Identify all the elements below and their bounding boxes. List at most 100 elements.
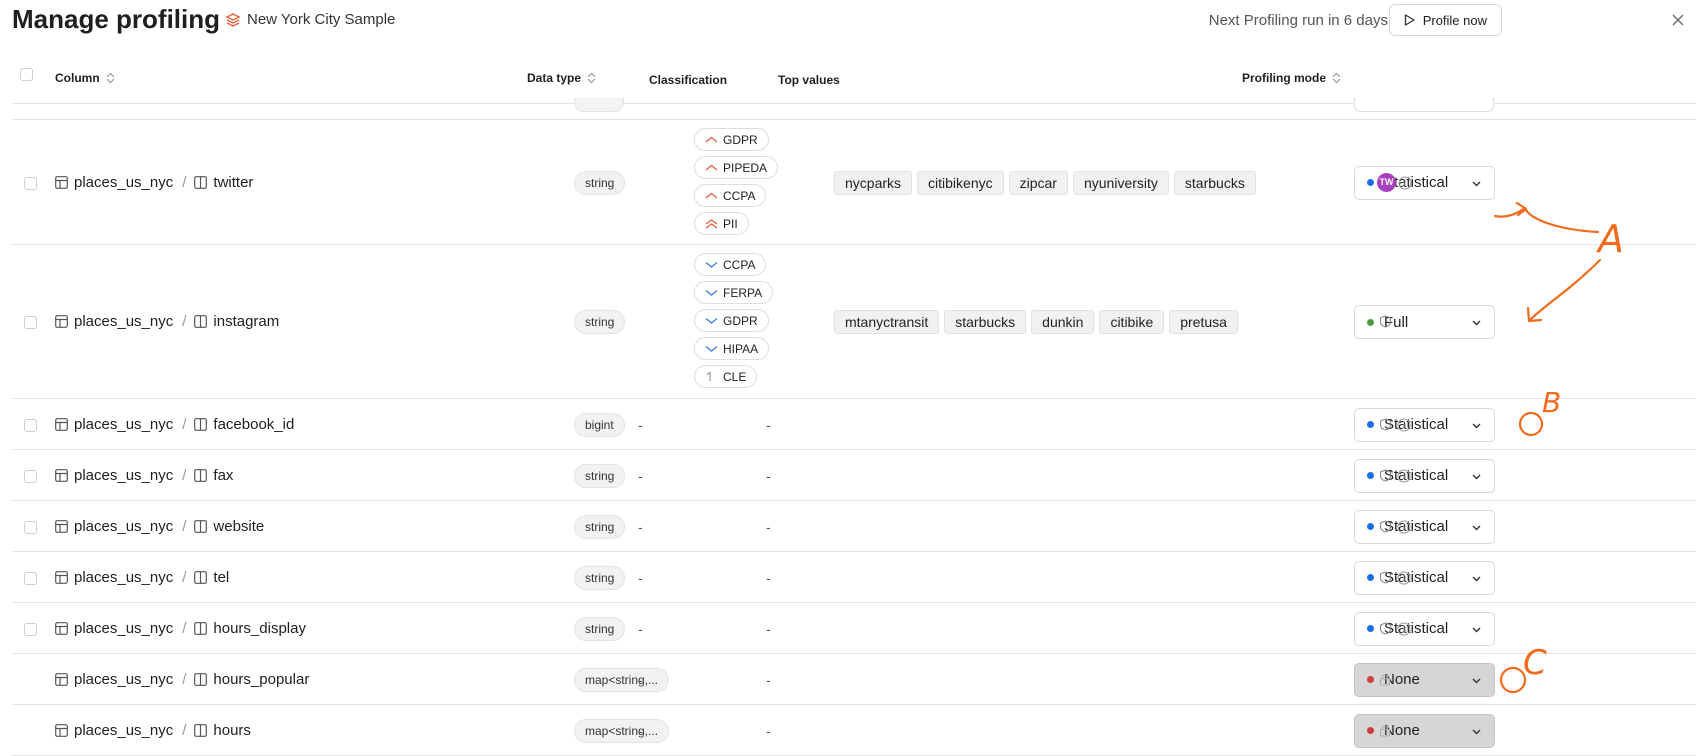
row-checkbox[interactable] (24, 418, 37, 432)
classification-tag[interactable]: PIPEDA (694, 156, 779, 179)
table-name: places_us_nyc (74, 517, 174, 535)
table-icon (55, 175, 68, 189)
top-value-chip: nyuniversity (1072, 170, 1169, 195)
column-path[interactable]: places_us_nyc / tel (55, 569, 229, 586)
shield-button[interactable] (1379, 519, 1392, 533)
classification-tag-label: GDPR (723, 132, 758, 147)
table-name: places_us_nyc (74, 568, 174, 586)
column-path[interactable]: places_us_nyc / hours_display (55, 620, 306, 637)
data-type-pill: string (574, 616, 626, 641)
lock-icon (1379, 725, 1391, 737)
select-all-checkbox[interactable] (20, 68, 33, 81)
classification-tag[interactable]: GDPR (694, 128, 769, 151)
table-icon (55, 468, 68, 482)
column-path[interactable]: places_us_nyc / website (55, 518, 264, 535)
classification-tag[interactable]: CCPA (694, 184, 767, 207)
mode-status-dot (1367, 523, 1374, 530)
chevron-down-icon (1472, 181, 1481, 186)
table-row: places_us_nyc / fax string - - Statistical (12, 450, 1696, 501)
profiling-mode-select[interactable]: Statistical (1354, 509, 1495, 544)
table-row: places_us_nyc / twitter string GDPR PIPEDA CCP… (12, 120, 1696, 245)
column-icon (194, 417, 208, 431)
data-type-pill: string (574, 565, 626, 590)
column-path[interactable]: places_us_nyc / facebook_id (55, 416, 294, 433)
row-checkbox[interactable] (24, 571, 37, 585)
classification-empty: - (638, 620, 643, 637)
mode-status-dot (1367, 421, 1374, 428)
column-path[interactable]: places_us_nyc / fax (55, 467, 233, 484)
classification-tag-label: GDPR (723, 313, 758, 328)
column-header-profiling-mode[interactable]: Profiling mode (1242, 71, 1341, 85)
row-checkbox[interactable] (24, 316, 37, 329)
profiling-mode-select[interactable]: None (1354, 662, 1495, 697)
path-separator: / (182, 415, 187, 433)
table-name: places_us_nyc (74, 313, 174, 330)
profiling-mode-select[interactable]: Statistical (1354, 611, 1495, 646)
user-avatar[interactable]: TW (1377, 172, 1396, 192)
shield-button[interactable] (1379, 570, 1392, 584)
profiling-mode-select[interactable]: Statistical (1354, 560, 1495, 595)
column-header-column[interactable]: Column (55, 71, 115, 85)
top-values-header-label: Top values (778, 73, 840, 87)
classification-tag[interactable]: HIPAA (694, 337, 770, 360)
column-name: hours_popular (213, 670, 310, 688)
row-checkbox[interactable] (24, 176, 37, 190)
classification-empty: - (638, 722, 643, 739)
info-button[interactable] (1397, 468, 1411, 483)
info-button[interactable] (1397, 570, 1411, 585)
column-icon (194, 621, 208, 635)
profiling-mode-select[interactable]: Statistical (1354, 165, 1495, 200)
table-icon (55, 570, 68, 584)
lock-button[interactable] (1379, 673, 1391, 686)
path-separator: / (182, 313, 187, 330)
profiling-mode-select[interactable]: Statistical (1354, 407, 1495, 442)
row-checkbox[interactable] (24, 622, 37, 636)
top-value-chip: starbucks (944, 310, 1027, 334)
top-value-chip: zipcar (1008, 170, 1068, 195)
table-icon (55, 672, 68, 686)
shield-button[interactable] (1379, 315, 1392, 328)
dataset-link[interactable]: New York City Sample (225, 11, 395, 28)
page-header: Manage profiling New York City Sample Ne… (0, 0, 1706, 40)
shield-button[interactable] (1379, 468, 1392, 482)
info-button[interactable] (1397, 519, 1411, 534)
classification-tag[interactable]: PII (694, 212, 749, 235)
column-path[interactable]: places_us_nyc / hours_popular (55, 671, 309, 688)
column-path[interactable]: places_us_nyc / twitter (55, 174, 253, 191)
chevron-down-icon (1472, 729, 1481, 734)
table-name: places_us_nyc (74, 173, 174, 191)
close-button[interactable] (1666, 8, 1690, 32)
classification-tag[interactable]: FERPA (694, 281, 774, 304)
shield-button[interactable] (1379, 417, 1392, 431)
column-path[interactable]: places_us_nyc / instagram (55, 313, 279, 330)
info-button[interactable] (1397, 621, 1411, 636)
classification-tag[interactable]: CLE (694, 365, 758, 388)
dataset-stack-icon (225, 12, 241, 27)
info-button[interactable] (1398, 175, 1412, 190)
signal-down-icon (705, 289, 718, 296)
info-button[interactable] (1397, 417, 1411, 432)
column-name: facebook_id (213, 415, 295, 433)
column-header-data-type[interactable]: Data type (527, 71, 596, 85)
profiling-mode-select[interactable]: Statistical (1354, 458, 1495, 493)
lock-button[interactable] (1379, 724, 1391, 737)
shield-button[interactable] (1379, 621, 1392, 635)
profiling-mode-select[interactable]: None (1354, 713, 1495, 748)
shield-icon (1379, 519, 1392, 533)
data-type-pill: string (574, 310, 626, 334)
profiling-mode-select[interactable]: Full (1354, 305, 1495, 339)
table-icon (55, 519, 68, 533)
signal-down-icon (705, 317, 718, 324)
info-icon (1397, 468, 1411, 483)
column-icon (194, 672, 208, 686)
classification-tag[interactable]: GDPR (694, 309, 769, 332)
table-name: places_us_nyc (74, 415, 174, 433)
row-checkbox[interactable] (24, 520, 37, 534)
profile-now-button[interactable]: Profile now (1388, 4, 1502, 36)
path-separator: / (182, 619, 187, 637)
shield-icon (1379, 468, 1392, 482)
column-path[interactable]: places_us_nyc / hours (55, 722, 251, 739)
classification-tag[interactable]: CCPA (694, 253, 767, 276)
table-row: places_us_nyc / website string - - Statistical (12, 501, 1696, 552)
row-checkbox[interactable] (24, 469, 37, 483)
